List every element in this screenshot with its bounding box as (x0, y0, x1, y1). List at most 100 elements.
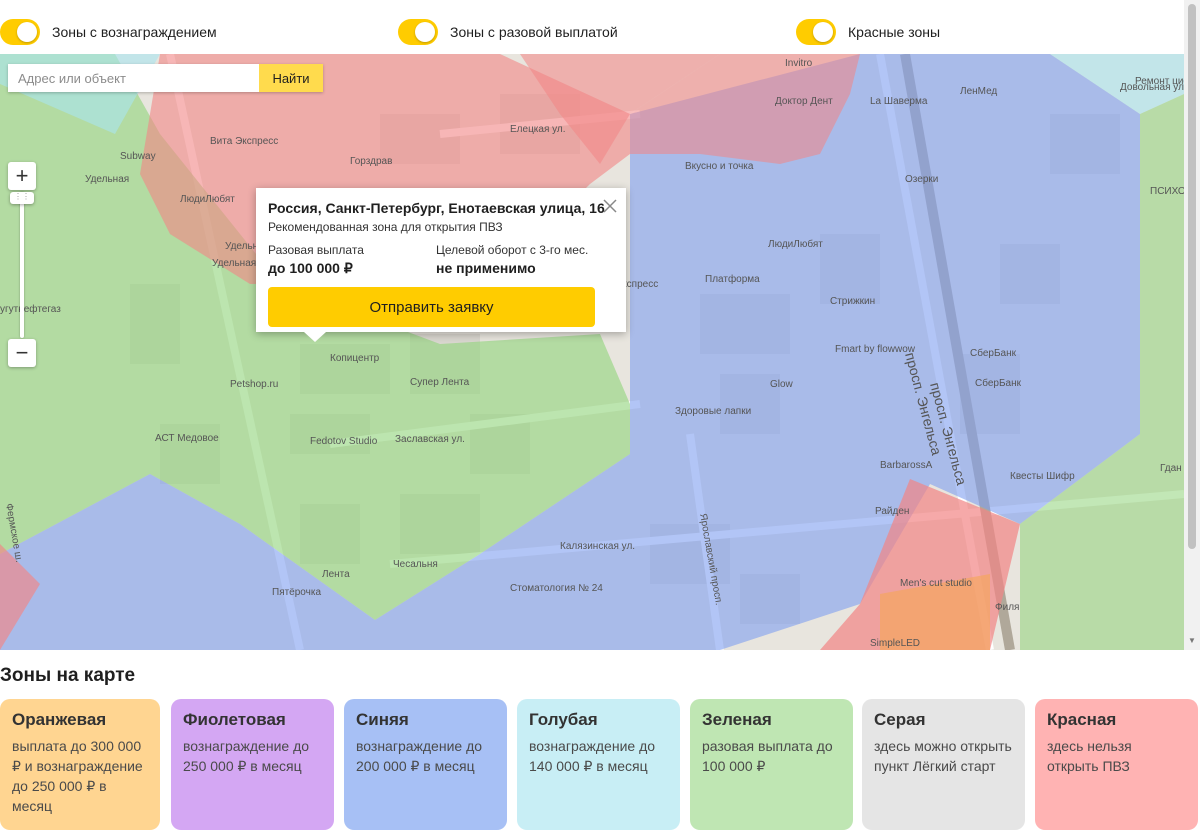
legend-card: Серая здесь можно открыть пункт Лёгкий ст… (862, 699, 1025, 830)
map-label: BarbarossA (880, 460, 933, 471)
zoom-out-button[interactable]: − (8, 339, 36, 367)
map-label: Райден (875, 506, 909, 517)
search-bar: Найти (8, 64, 323, 92)
popup-label: Целевой оборот с 3-го мес. (436, 243, 589, 257)
map-label: Горздрав (350, 156, 392, 167)
map-label: Чесальня (393, 559, 438, 570)
toggle-label: Зоны с вознаграждением (52, 24, 217, 40)
map-label: ПСИХО (1150, 186, 1184, 197)
map-label: SimpleLED (870, 638, 920, 649)
map-label: Заславская ул. (395, 434, 465, 445)
map-label: СберБанк (975, 377, 1022, 389)
map-label: Men's cut studio (900, 578, 972, 589)
map-label: Subway (120, 151, 156, 162)
popup-value: до 100 000 ₽ (268, 260, 353, 276)
search-input[interactable] (8, 64, 259, 92)
map-label: угутнефтегаз (0, 303, 61, 315)
map-label: Квесты Шифр (1010, 470, 1075, 482)
toggle-red-zones[interactable]: Красные зоны (796, 19, 940, 45)
map-label: Филя (995, 602, 1019, 613)
map-label: Petshop.ru (230, 379, 278, 390)
map-label: Довольная улыбка (1120, 81, 1184, 93)
legend-card-title: Зеленая (702, 710, 772, 729)
map-label: Озерки (905, 174, 938, 185)
map-canvas[interactable]: Удельная Вита Экспресс Subway Горздрав ЛюдиЛ… (0, 54, 1184, 650)
legend-card-title: Синяя (356, 710, 409, 729)
submit-application-button[interactable]: Отправить заявку (268, 287, 595, 327)
legend-card-title: Голубая (529, 710, 598, 729)
popup-address: Россия, Санкт-Петербург, Енотаевская ули… (268, 200, 605, 216)
map-label: Гдан (1160, 463, 1182, 474)
legend-card-description: здесь можно открыть пункт Лёгкий старт (874, 738, 1012, 774)
map-label: Лента (322, 569, 350, 580)
legend-card-title: Оранжевая (12, 710, 107, 729)
legend-card-description: вознаграждение до 200 000 ₽ в месяц (356, 738, 483, 774)
legend-card: Красная здесь нельзя открыть ПВЗ (1035, 699, 1198, 830)
popup-value: не применимо (436, 260, 536, 276)
legend-card-title: Красная (1047, 710, 1117, 729)
map-label: Доктор Дент (775, 96, 833, 107)
legend-card-title: Серая (874, 710, 926, 729)
legend-card-description: здесь нельзя открыть ПВЗ (1047, 738, 1132, 774)
map-label: ЛенМед (960, 86, 997, 97)
map-label: ЛюдиЛюбят (768, 238, 823, 250)
popup-subtitle: Рекомендованная зона для открытия ПВЗ (268, 220, 503, 234)
map-label: СберБанк (970, 347, 1017, 359)
zoom-slider[interactable] (20, 192, 24, 338)
zoom-in-button[interactable]: + (8, 162, 36, 190)
legend-card-title: Фиолетовая (183, 710, 286, 729)
map-label: АСТ Медовое (155, 433, 219, 444)
map-label: Вкусно и точка (685, 161, 754, 172)
map-label: Fedotov Studio (310, 436, 378, 447)
toggle-knob (415, 22, 435, 42)
map-label: Удельная (85, 174, 129, 185)
map-label: Здоровые лапки (675, 406, 751, 417)
map-label: Invitro (785, 58, 813, 69)
legend-card: Зеленая разовая выплата до 100 000 ₽ (690, 699, 853, 830)
scrollbar-thumb[interactable] (1188, 4, 1196, 549)
toggle-knob (17, 22, 37, 42)
toggle-switch[interactable] (398, 19, 438, 45)
scroll-down-arrow-icon[interactable]: ▼ (1188, 636, 1196, 645)
toggle-switch[interactable] (0, 19, 40, 45)
map-label: Вита Экспресс (210, 136, 278, 147)
map-label: Копицентр (330, 353, 380, 364)
toggle-label: Зоны с разовой выплатой (450, 24, 618, 40)
legend-cards: Оранжевая выплата до 300 000 ₽ и вознагра… (0, 699, 1200, 833)
map-label: Калязинская ул. (560, 541, 635, 552)
legend-card-description: вознаграждение до 140 000 ₽ в месяц (529, 738, 656, 774)
map-label: La Шаверма (870, 96, 928, 107)
search-button[interactable]: Найти (259, 64, 323, 92)
page-scrollbar[interactable]: ▼ (1184, 0, 1200, 650)
legend-card-description: выплата до 300 000 ₽ и вознаграждение до… (12, 738, 143, 814)
popup-one-time-payment: Разовая выплата до 100 000 ₽ (268, 243, 436, 277)
map-label: ЛюдиЛюбят (180, 193, 235, 205)
map-label: Стрижкин (830, 296, 875, 307)
toggle-one-time-zones[interactable]: Зоны с разовой выплатой (398, 19, 618, 45)
zone-filters: Зоны с вознаграждением Зоны с разовой вы… (0, 0, 1184, 54)
map-label: Елецкая ул. (510, 124, 566, 135)
toggle-switch[interactable] (796, 19, 836, 45)
map-label: Glow (770, 379, 794, 390)
map-label: Пятёрочка (272, 587, 321, 598)
toggle-knob (813, 22, 833, 42)
legend-card: Синяя вознаграждение до 200 000 ₽ в месяц (344, 699, 507, 830)
toggle-label: Красные зоны (848, 24, 941, 40)
map[interactable]: Удельная Вита Экспресс Subway Горздрав ЛюдиЛ… (0, 54, 1184, 650)
popup-target-turnover: Целевой оборот с 3-го мес. не применимо (436, 243, 604, 277)
map-label: Супер Лента (410, 377, 470, 388)
map-label: Платформа (705, 273, 760, 285)
legend-card-description: разовая выплата до 100 000 ₽ (702, 738, 833, 774)
map-label: Удельная (212, 258, 256, 269)
legend-card-description: вознаграждение до 250 000 ₽ в месяц (183, 738, 310, 774)
legend-card: Фиолетовая вознаграждение до 250 000 ₽ в … (171, 699, 334, 830)
legend-title: Зоны на карте (0, 665, 136, 686)
map-label: Стоматология № 24 (510, 583, 603, 594)
legend-card: Голубая вознаграждение до 140 000 ₽ в мес… (517, 699, 680, 830)
toggle-reward-zones[interactable]: Зоны с вознаграждением (0, 19, 217, 45)
popup-label: Разовая выплата (268, 243, 364, 257)
close-icon[interactable] (602, 198, 618, 214)
legend-card: Оранжевая выплата до 300 000 ₽ и вознагра… (0, 699, 160, 830)
zoom-slider-handle[interactable]: ⋮⋮ (10, 192, 34, 204)
zone-popup: Россия, Санкт-Петербург, Енотаевская ули… (256, 188, 626, 342)
